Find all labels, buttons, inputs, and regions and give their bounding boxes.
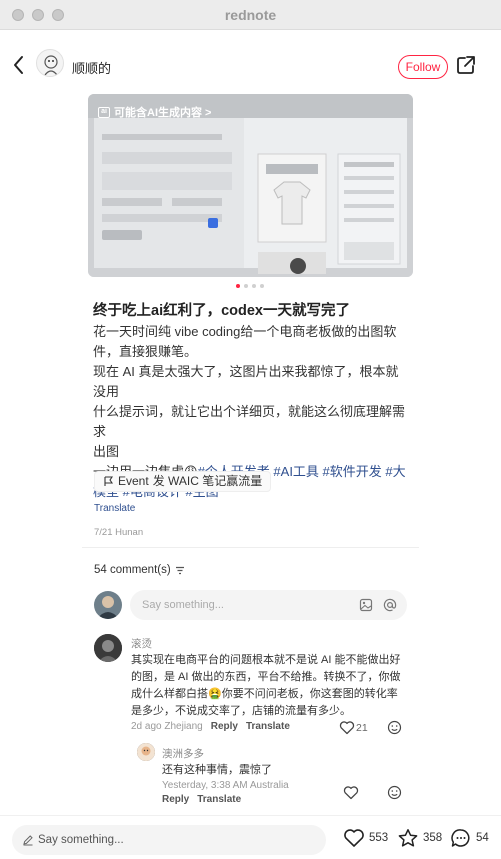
share-icon[interactable] (456, 55, 476, 75)
post-body-line: 什么提示词，就让它出个详细页，就能这么彻底理解需求 (93, 404, 406, 439)
comment-like-count: 21 (356, 722, 368, 734)
comment-text: 是多少，不说成交率了，店铺的流量有多少。 (131, 705, 351, 717)
bottom-comment-input[interactable]: Say something... (12, 825, 326, 855)
comment-bubble-icon (451, 829, 470, 847)
image-pagination (236, 284, 264, 288)
comment-text: 的图，是 AI 做出的东西，平台不给推。转换不了，你做 (131, 671, 401, 683)
collect-count: 358 (423, 832, 443, 844)
author-name[interactable]: 顺顺的 (72, 58, 111, 77)
my-avatar (94, 591, 122, 619)
comment-meta: 2d ago Zhejiang Reply Translate (131, 721, 290, 732)
post-body-line: 花一天时间纯 vibe coding给一个电商老板做的出图软 (93, 324, 397, 339)
comment-input[interactable]: Say something... (130, 590, 407, 620)
back-arrow-icon[interactable] (10, 54, 28, 76)
comment-meta: Yesterday, 3:38 AM Australia (162, 780, 289, 791)
author-avatar[interactable] (36, 49, 64, 77)
comment-text: 其实现在电商平台的问题根本就不是说 AI 能不能做出好 (131, 654, 401, 666)
commenter-avatar[interactable] (94, 634, 122, 662)
post-meta: 7/21 Hunan (94, 527, 144, 538)
ai-generated-badge[interactable]: ai 可能含AI生成内容 > (98, 104, 211, 120)
post-header: 顺顺的 Follow (0, 30, 501, 102)
comment-text: 还有这种事情，震惊了 (162, 764, 272, 776)
post-body-line: 现在 AI 真是太强大了，这图片出来我都惊了，根本就没用 (93, 364, 399, 399)
emoji-reaction-icon[interactable] (387, 785, 402, 800)
follow-button[interactable]: Follow (398, 55, 448, 79)
comment-text: 成什么样都白搭🤮你要不问问老板，你这套图的转化率 (131, 688, 398, 700)
like-count: 553 (369, 832, 389, 844)
event-label: Event (118, 474, 149, 488)
pagination-dot[interactable] (252, 284, 256, 288)
comment-count-label: 54 comment(s) (94, 564, 171, 576)
comment-total-count: 54 (476, 832, 489, 844)
pagination-dot[interactable] (260, 284, 264, 288)
star-icon (398, 829, 418, 847)
translate-link[interactable]: Translate (94, 503, 135, 514)
emoji-reaction-icon[interactable] (387, 720, 402, 735)
sort-icon[interactable] (175, 566, 185, 575)
comment-input-placeholder: Say something... (142, 599, 224, 611)
pencil-icon (23, 835, 33, 846)
commenter-name[interactable]: 澳洲多多 (162, 746, 204, 761)
pagination-dot[interactable] (244, 284, 248, 288)
window-title: rednote (224, 7, 277, 23)
event-flag-icon (104, 476, 114, 486)
window-titlebar: rednote (0, 0, 501, 30)
image-icon[interactable] (359, 598, 373, 612)
comment-time: 2d ago Zhejiang (131, 721, 203, 732)
commenter-avatar[interactable] (137, 743, 155, 761)
comment-count[interactable]: 54 comment(s) (94, 564, 185, 576)
translate-button[interactable]: Translate (246, 721, 290, 732)
divider (82, 547, 419, 548)
post-body-line: 件，直接狠赚笔。 (93, 344, 198, 359)
post-title: 终于吃上ai红利了，codex一天就写完了 (93, 303, 350, 319)
ai-icon: ai (98, 106, 110, 118)
translate-button[interactable]: Translate (197, 794, 241, 805)
mention-icon[interactable] (383, 598, 397, 612)
comment-stat[interactable]: 54 (450, 828, 489, 848)
commenter-name[interactable]: 滚烫 (131, 636, 152, 651)
post-image[interactable]: ai 可能含AI生成内容 > (88, 94, 413, 277)
comment-actions: Reply Translate (162, 794, 241, 805)
comment-time: Yesterday, 3:38 AM Australia (162, 780, 289, 791)
collect-stat[interactable]: 358 (397, 828, 442, 848)
screenshot-photo (88, 94, 413, 277)
heart-icon (344, 829, 364, 847)
pagination-dot-active[interactable] (236, 284, 240, 288)
bottom-action-bar: Say something... 553 358 54 (0, 815, 501, 859)
reply-button[interactable]: Reply (211, 721, 238, 732)
post-body-line: 出图 (93, 444, 120, 459)
event-chip[interactable]: Event 发 WAIC 笔记赢流量 (94, 471, 272, 492)
like-heart-icon[interactable] (339, 720, 355, 735)
like-stat[interactable]: 553 (343, 828, 388, 848)
event-text: 发 WAIC 笔记赢流量 (152, 474, 263, 488)
reply-button[interactable]: Reply (162, 794, 189, 805)
ai-badge-label: 可能含AI生成内容 > (114, 107, 212, 119)
like-heart-icon[interactable] (343, 785, 359, 800)
bottom-input-placeholder: Say something... (38, 834, 124, 846)
